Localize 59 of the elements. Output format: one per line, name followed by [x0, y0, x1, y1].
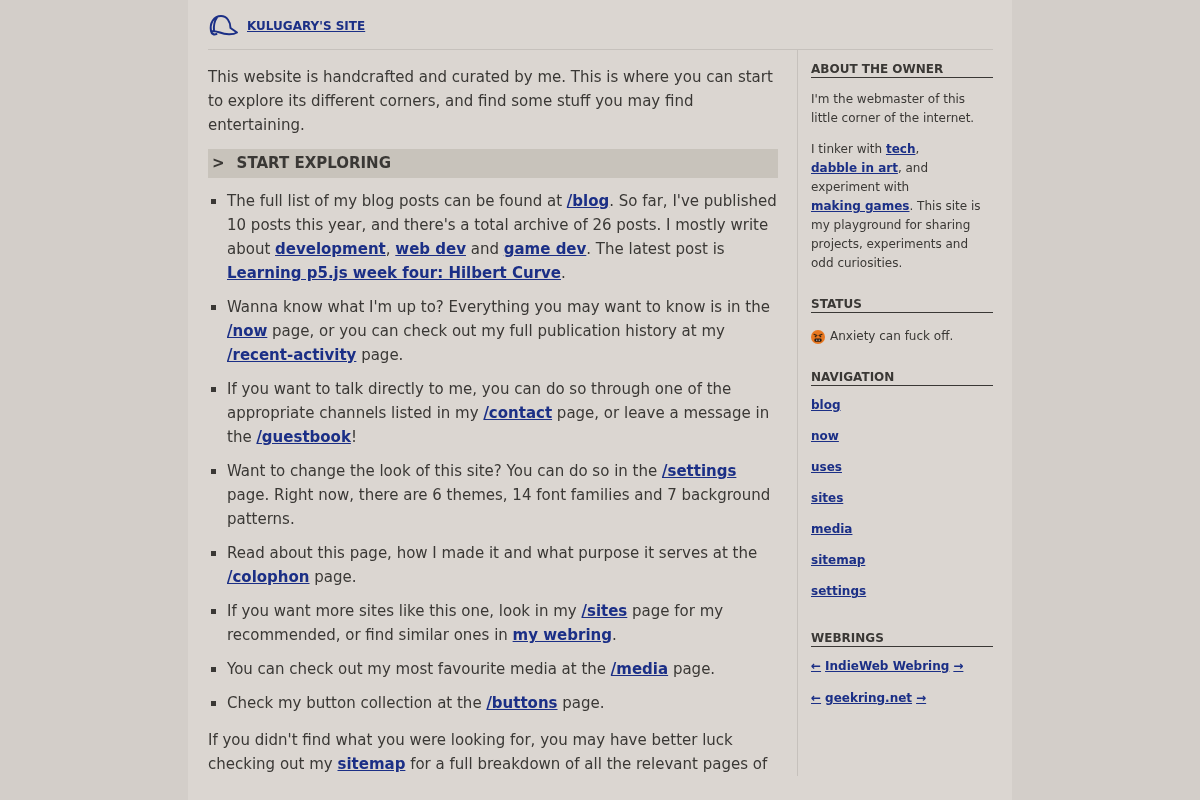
about-text: I'm the webmaster of this little corner of the internet. [811, 91, 976, 127]
intro-text: This website is handcrafted and curated by me. This is where you can start to explore its different corners, and find some stuff you may find entertaining. [208, 67, 774, 136]
inline-link[interactable]: /contact [483, 404, 553, 422]
next-arrow-link[interactable]: → [953, 657, 964, 676]
inline-link[interactable]: /blog [566, 192, 610, 210]
sidebar-heading: NAVIGATION [811, 370, 993, 386]
bullet-icon [211, 199, 216, 204]
bullet-icon [211, 609, 216, 614]
inline-link[interactable]: /guestbook [256, 428, 351, 446]
about-text: I tinker with tech, dabble in art, and experiment with making games. This site is my playground for sharing projects, experiments and odd curiosities. [811, 141, 982, 272]
sidebar-heading: WEBRINGS [811, 631, 993, 647]
list-item-text: You can check out my most favourite media at the /media page. [227, 659, 716, 680]
bullet-icon [211, 551, 216, 556]
section-heading: > START EXPLORING [208, 149, 778, 178]
previous-arrow-link[interactable]: ← [811, 689, 822, 708]
list-item-text: Read about this page, how I made it and what purpose it serves at the /colophon page. [227, 543, 759, 588]
list-item-text: Check my button collection at the /buttons page. [227, 693, 605, 714]
next-arrow-link[interactable]: → [916, 689, 927, 708]
bullet-icon [211, 305, 216, 310]
nav-link[interactable]: media [811, 522, 853, 536]
previous-arrow-link[interactable]: ← [811, 657, 822, 676]
sidebar-heading: ABOUT THE OWNER [811, 62, 993, 78]
inline-link[interactable]: web dev [395, 240, 466, 258]
inline-link[interactable]: dabble in art [811, 161, 898, 175]
list-item-text: Want to change the look of this site? You can do so in the /settings page. Right now, there are 6 themes, 14 font families and 7 background patterns. [227, 461, 772, 530]
inline-link[interactable]: /recent-activity [227, 346, 357, 364]
bullet-icon [211, 667, 216, 672]
angry-face-icon [811, 329, 825, 344]
inline-link[interactable]: /media [610, 660, 669, 678]
inline-link[interactable]: /colophon [227, 568, 310, 586]
inline-link[interactable]: game dev [503, 240, 587, 258]
inline-link[interactable]: Learning p5.js week four: Hilbert Curve [227, 264, 561, 282]
inline-link[interactable]: my webring [512, 626, 612, 644]
nav-link[interactable]: blog [811, 398, 841, 412]
status-text: Anxiety can fuck off. [830, 328, 954, 345]
site-title-link[interactable]: KULUGARY'S SITE [247, 18, 366, 33]
sidebar-heading: STATUS [811, 297, 993, 313]
list-item-text: Wanna know what I'm up to? Everything you may want to know is in the /now page, or you can check out my full publication history at my /recent-activity page. [227, 297, 771, 366]
list-item-text: If you want more sites like this one, look in my /sites page for my recommended, or find similar ones in my webring. [227, 601, 725, 646]
nav-link[interactable]: now [811, 429, 839, 443]
cap-icon [208, 14, 239, 37]
bullet-icon [211, 701, 216, 706]
inline-link[interactable]: /now [227, 322, 268, 340]
bullet-icon [211, 469, 216, 474]
nav-link[interactable]: sites [811, 491, 844, 505]
inline-link[interactable]: sitemap [337, 755, 406, 773]
inline-link[interactable]: /sites [581, 602, 628, 620]
nav-link[interactable]: settings [811, 584, 867, 598]
list-item-text: If you want to talk directly to me, you can do so through one of the appropriate channels listed in my /contact page, or leave a message in the /guestbook! [227, 379, 771, 448]
webring-link[interactable]: geekring.net [825, 689, 913, 708]
inline-link[interactable]: /settings [661, 462, 737, 480]
webring-link[interactable]: IndieWeb Webring [825, 657, 950, 676]
inline-link[interactable]: /buttons [486, 694, 558, 712]
nav-link[interactable]: sitemap [811, 553, 866, 567]
closing-text: If you didn't find what you were looking for, you may have better luck checking out my sitemap for a full breakdown of all the relevant pages of [208, 730, 769, 775]
inline-link[interactable]: development [275, 240, 386, 258]
nav-link[interactable]: uses [811, 460, 842, 474]
list-item-text: The full list of my blog posts can be found at /blog. So far, I've published 10 posts this year, and there's a total archive of 26 posts. I mostly write about development, web dev and game dev. The latest post is Learning p5.js week four: Hilbert Curve. [227, 191, 778, 284]
bullet-icon [211, 387, 216, 392]
